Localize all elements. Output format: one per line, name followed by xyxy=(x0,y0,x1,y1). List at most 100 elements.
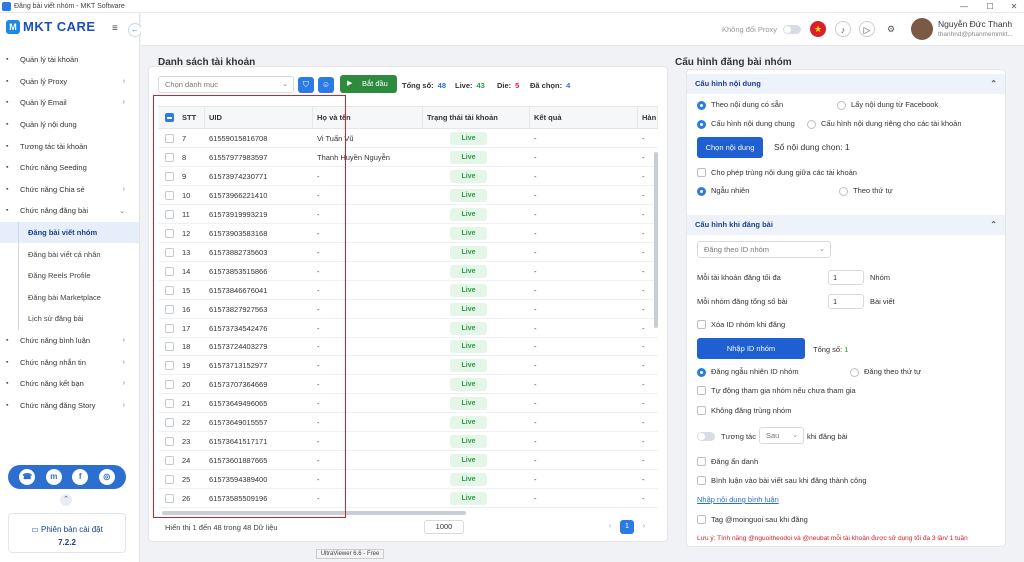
option-random[interactable]: Ngẫu nhiên xyxy=(697,185,749,197)
sidebar-item[interactable]: ▪ Chức năng đăng Story › xyxy=(0,395,139,417)
sidebar-item[interactable]: ▪ Chức năng bình luận › xyxy=(0,330,139,352)
cell-extra: - xyxy=(642,134,645,143)
vertical-scrollbar[interactable] xyxy=(654,152,658,328)
category-select[interactable]: Chọn danh mục ⌄ xyxy=(158,76,294,93)
social-links: ☎ m f ◎ xyxy=(8,465,126,489)
auto-join-checkbox[interactable]: Tự động tham gia nhóm nếu chưa tham gia xyxy=(697,385,856,397)
stat-value: 43 xyxy=(476,81,485,90)
anonymous-checkbox[interactable]: Đăng ẩn danh xyxy=(697,456,758,468)
content-config-header[interactable]: Cấu hình nội dung ⌃ xyxy=(687,74,1005,94)
page-size-input[interactable]: 1000 xyxy=(424,520,464,534)
tag-everyone-checkbox[interactable]: Tag @moinguoi sau khi đăng xyxy=(697,514,808,526)
config-title: Cấu hình đăng bài nhóm xyxy=(675,57,792,68)
maximize-icon[interactable]: ☐ xyxy=(978,0,1002,13)
comment-content-link[interactable]: Nhập nội dung bình luận xyxy=(697,495,779,504)
interact-label: Tương tác xyxy=(721,432,756,441)
play-icon[interactable]: ▷ xyxy=(859,21,875,37)
sidebar-item[interactable]: ▪ Chức năng Chia sẻ › xyxy=(0,179,139,201)
checkbox xyxy=(697,457,706,466)
interact-toggle[interactable] xyxy=(697,432,715,441)
support-icon[interactable]: ☎ xyxy=(19,469,36,485)
allow-duplicate-checkbox[interactable]: Cho phép trùng nội dung giữa các tài kho… xyxy=(697,167,857,179)
sidebar-item-label: Quản lý Email xyxy=(20,98,67,108)
option-separate-content[interactable]: Cấu hình nội dung riêng cho các tài khoả… xyxy=(807,118,962,130)
column-header[interactable]: Hàn xyxy=(638,107,658,129)
filter-button[interactable]: ⛉ xyxy=(298,77,314,93)
sidebar-item[interactable]: ▪ Chức năng nhắn tin › xyxy=(0,351,139,373)
bell-icon[interactable]: ♪ xyxy=(835,21,851,37)
facebook-icon[interactable]: f xyxy=(72,469,89,485)
max-per-account-input[interactable]: 1 xyxy=(828,270,864,285)
radio xyxy=(850,368,859,377)
cell-result: - xyxy=(534,209,537,219)
page-button[interactable]: 1 xyxy=(620,520,634,534)
vietnam-flag-icon[interactable]: ★ xyxy=(810,21,826,37)
sidebar-item[interactable]: ▪ Quản lý nội dung xyxy=(0,114,139,136)
per-group-input[interactable]: 1 xyxy=(828,294,864,309)
status-badge: Live xyxy=(450,492,487,506)
highlight-box xyxy=(153,95,346,518)
choose-content-button[interactable]: Chọn nội dung xyxy=(697,137,763,158)
status-badge: Live xyxy=(450,245,487,259)
sidebar-item[interactable]: Đăng bài viết cá nhân xyxy=(0,243,139,265)
sidebar-item-label: Chức năng Chia sẻ xyxy=(20,184,85,194)
stat-label: Die: xyxy=(497,81,512,90)
cell-extra: - xyxy=(642,361,645,371)
start-button[interactable]: Bắt đầu xyxy=(340,75,397,93)
proxy-toggle[interactable] xyxy=(783,25,801,34)
sidebar-item[interactable]: ▪ Quản lý Email › xyxy=(0,92,139,114)
interact-when-select[interactable]: Sau ⌄ xyxy=(759,427,804,444)
user-icon: ▪ xyxy=(6,77,9,85)
option-order-group[interactable]: Đăng theo thứ tự xyxy=(850,366,921,378)
scroll-up-icon[interactable]: ⌃ xyxy=(60,494,72,506)
sidebar-item[interactable]: Đăng Reels Profile xyxy=(0,264,139,287)
friend-icon: ▪ xyxy=(6,380,9,388)
sidebar-item-label: Chức năng đăng Story xyxy=(20,400,96,410)
checkbox xyxy=(697,386,706,395)
stat-item: Tổng số: 48 xyxy=(402,81,446,90)
option-existing-content[interactable]: Theo nội dung có sẵn xyxy=(697,99,783,111)
cell-result: - xyxy=(534,134,537,143)
sidebar-item[interactable]: Đăng bài Marketplace xyxy=(0,286,139,309)
user-name: Nguyễn Đức Thanh xyxy=(938,19,1013,29)
menu-icon[interactable]: ≡ xyxy=(112,23,118,34)
column-header[interactable]: Trạng thái tài khoản xyxy=(423,107,530,129)
next-page-button[interactable]: › xyxy=(637,520,651,534)
status-badge: Live xyxy=(450,378,487,392)
delete-group-id-checkbox[interactable]: Xóa ID nhóm khi đăng xyxy=(697,319,785,331)
chevron-icon: › xyxy=(122,358,125,366)
minimize-icon[interactable]: — xyxy=(952,0,976,13)
account-filter-button[interactable]: ☺ xyxy=(318,77,334,93)
option-common-content[interactable]: Cấu hình nội dung chung xyxy=(697,118,795,130)
import-group-id-button[interactable]: Nhập ID nhóm xyxy=(697,338,805,359)
cell-extra: - xyxy=(642,342,645,352)
comment-after-checkbox[interactable]: Bình luận vào bài viết sau khi đăng thàn… xyxy=(697,475,867,487)
sidebar-item[interactable]: Lịch sử đăng bài xyxy=(0,308,139,330)
sidebar-item[interactable]: ▪ Chức năng kết bạn › xyxy=(0,373,139,395)
prev-page-button[interactable]: ‹ xyxy=(603,520,617,534)
globe-icon[interactable]: ◎ xyxy=(98,469,115,485)
sidebar-item[interactable]: ▪ Chức năng đăng bài ⌄ xyxy=(0,200,139,222)
sidebar-item-label: Đăng bài viết nhóm xyxy=(28,228,98,238)
cell-result: - xyxy=(534,304,537,314)
cell-result: - xyxy=(534,380,537,390)
chosen-count: Số nội dung chọn: 1 xyxy=(774,142,850,152)
close-icon[interactable]: ✕ xyxy=(1002,0,1024,13)
avatar[interactable] xyxy=(911,18,933,40)
post-by-select[interactable]: Đăng theo ID nhóm ⌄ xyxy=(697,241,831,258)
settings-icon[interactable]: ⚙ xyxy=(883,21,899,37)
sidebar-item[interactable]: ▪ Quản lý Proxy › xyxy=(0,71,139,93)
no-duplicate-group-checkbox[interactable]: Không đăng trùng nhóm xyxy=(697,405,791,417)
collapse-sidebar-icon[interactable]: ← xyxy=(128,23,142,37)
post-config-header[interactable]: Cấu hình khi đăng bài ⌃ xyxy=(687,215,1005,235)
sidebar-item[interactable]: ▪ Chức năng Seeding xyxy=(0,157,139,179)
option-random-group[interactable]: Đăng ngẫu nhiên ID nhóm xyxy=(697,366,799,378)
option-in-order[interactable]: Theo thứ tự xyxy=(839,185,893,197)
option-facebook-content[interactable]: Lấy nội dung từ Facebook xyxy=(837,99,938,111)
sidebar-item[interactable]: ▪ Quản lý tài khoản xyxy=(0,49,139,71)
sidebar-item[interactable]: Đăng bài viết nhóm xyxy=(0,221,139,244)
radio-checked xyxy=(697,368,706,377)
messenger-icon[interactable]: m xyxy=(45,469,62,485)
sidebar-item[interactable]: ▪ Tương tác tài khoản xyxy=(0,135,139,157)
column-header[interactable]: Kết quả xyxy=(530,107,638,129)
